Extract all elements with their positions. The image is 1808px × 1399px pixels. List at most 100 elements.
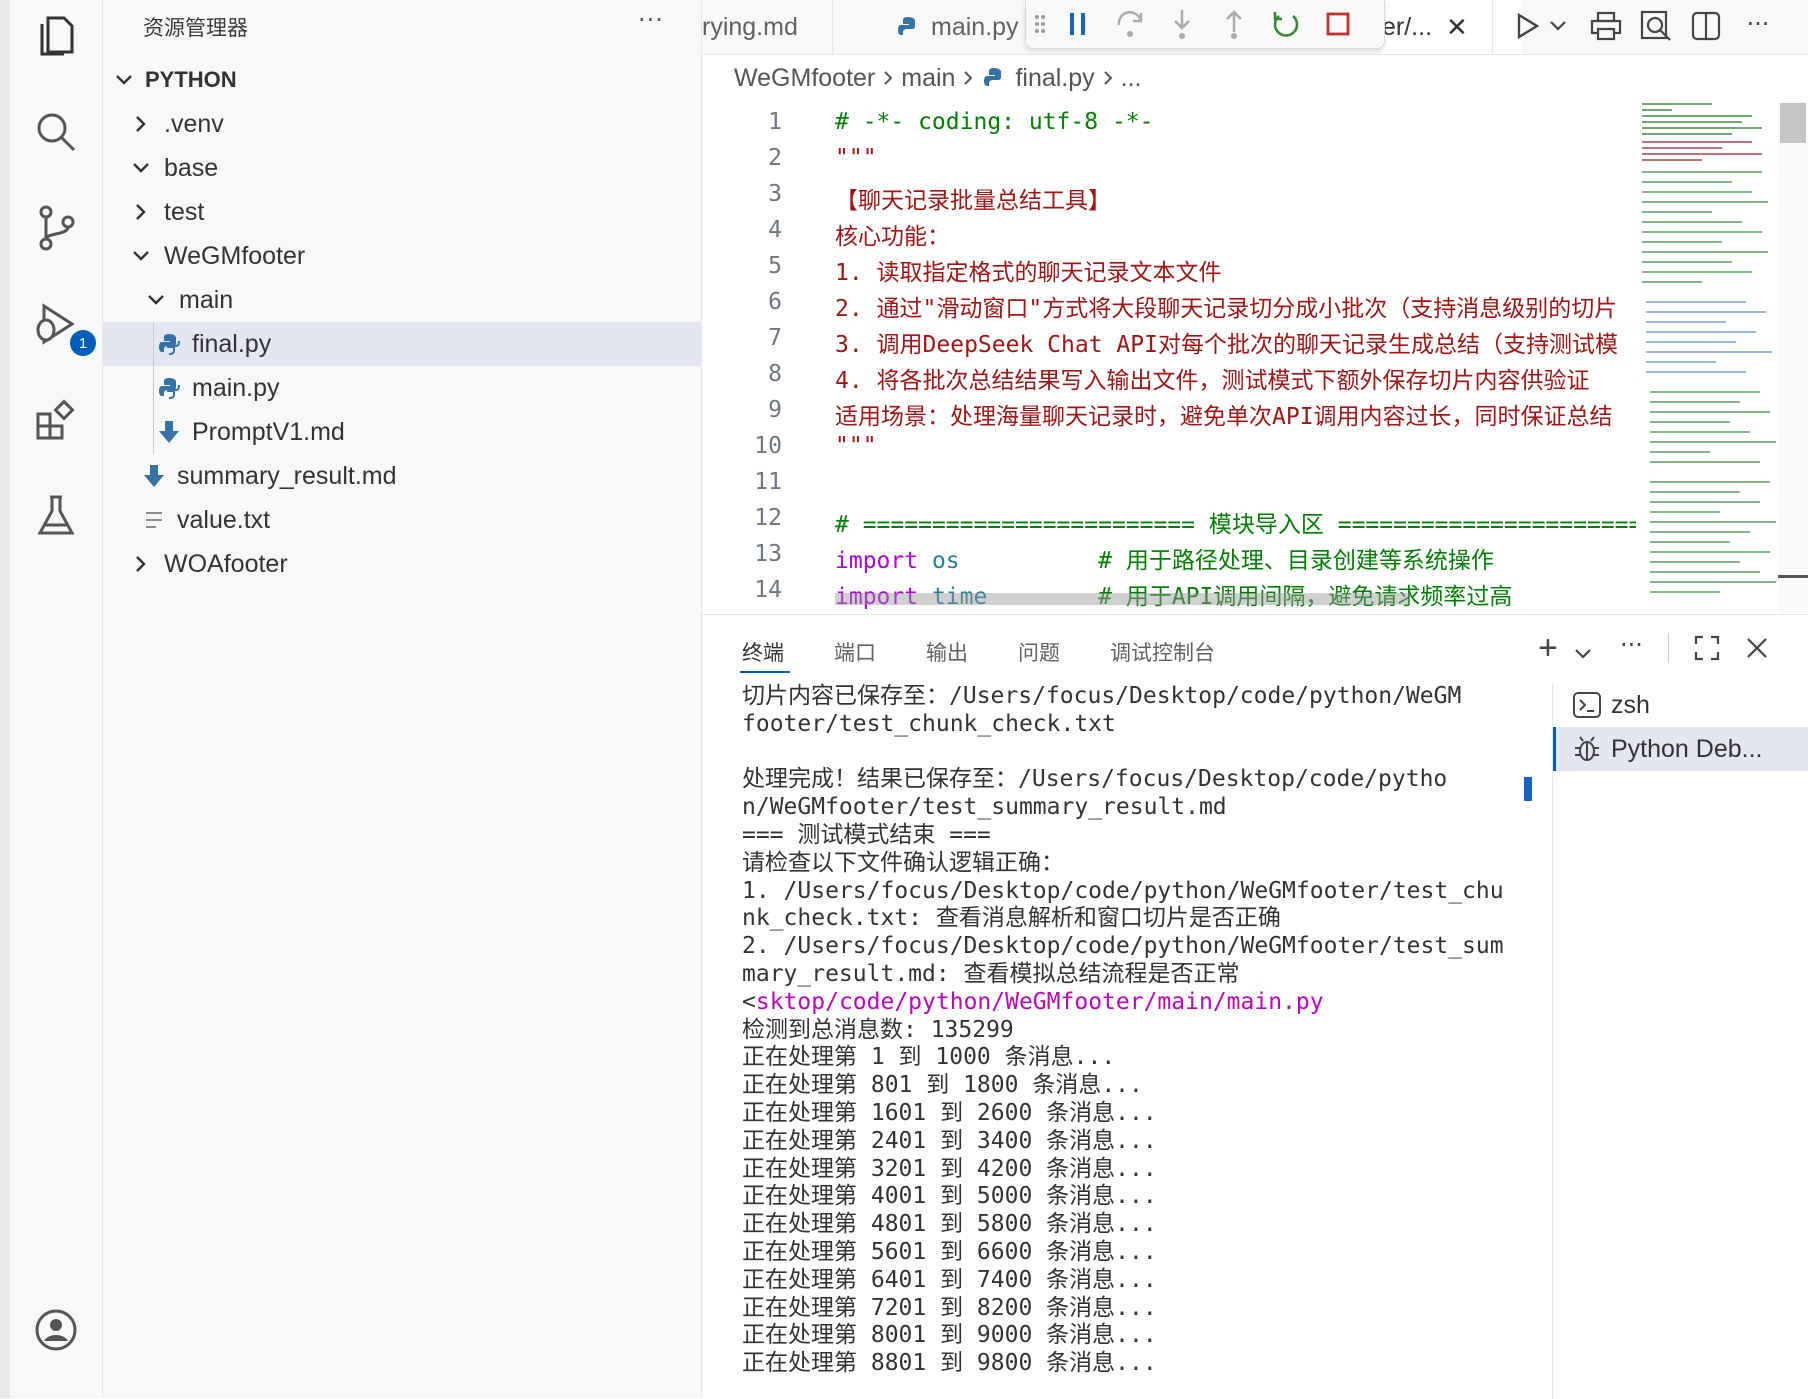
terminal-line: 正在处理第 3201 到 4200 条消息...: [742, 1155, 1157, 1182]
terminal-icon: [1573, 692, 1601, 718]
restart-icon[interactable]: [1268, 6, 1304, 42]
terminal-item-label: zsh: [1611, 690, 1650, 719]
search-icon[interactable]: [24, 100, 88, 164]
chevron-right-icon: [883, 64, 893, 93]
terminal-line: nk_check.txt: 查看消息解析和窗口切片是否正确: [742, 905, 1281, 932]
step-over-icon[interactable]: [1112, 6, 1148, 42]
terminal-list: zsh Python Deb...: [1552, 683, 1808, 1399]
tab-output[interactable]: 输出: [926, 637, 968, 667]
breadcrumb: WeGMfooter main final.py ...: [702, 55, 1808, 101]
text-file-icon: [141, 507, 167, 533]
tree-item-wegmfooter[interactable]: WeGMfooter: [103, 234, 726, 278]
tab-active-file[interactable]: er/... ✕: [1382, 0, 1522, 54]
breadcrumb-item[interactable]: main: [901, 64, 955, 93]
code-line: 适用场景：处理海量聊天记录时，避免单次API调用内容过长，同时保证总结: [835, 404, 1613, 430]
debug-badge: 1: [70, 330, 96, 356]
step-out-icon[interactable]: [1216, 6, 1252, 42]
scrollbar-thumb[interactable]: [1780, 103, 1806, 143]
tab-debug-console[interactable]: 调试控制台: [1110, 637, 1215, 667]
minimap[interactable]: [1636, 101, 1778, 613]
tab-problems[interactable]: 问题: [1018, 637, 1060, 667]
python-file-icon: [895, 14, 921, 40]
terminal-line: 切片内容已保存至：/Users/focus/Desktop/code/pytho…: [742, 683, 1462, 709]
tab-label: main.py: [931, 12, 1019, 41]
tree-item-test[interactable]: test: [103, 190, 726, 234]
stop-icon[interactable]: [1320, 6, 1356, 42]
tree-item-final-py[interactable]: final.py: [103, 322, 754, 366]
new-terminal-button[interactable]: +: [1538, 629, 1558, 668]
extensions-icon[interactable]: [24, 388, 88, 452]
print-icon[interactable]: [1588, 8, 1624, 44]
account-icon[interactable]: [24, 1298, 88, 1362]
code-line: 3. 调用DeepSeek Chat API对每个批次的聊天记录生成总结（支持测…: [835, 332, 1618, 358]
tree-item-label: main.py: [192, 373, 280, 402]
terminal-item-zsh[interactable]: zsh: [1553, 683, 1808, 727]
split-editor-icon[interactable]: [1688, 8, 1724, 44]
step-into-icon[interactable]: [1164, 6, 1200, 42]
tree-item-label: WeGMfooter: [164, 241, 306, 270]
maximize-panel-icon[interactable]: [1694, 635, 1720, 665]
breadcrumb-item[interactable]: final.py: [1015, 64, 1094, 93]
code-line: import os # 用于路径处理、目录创建等系统操作: [835, 541, 1494, 575]
explorer-sidebar: 资源管理器 ··· PYTHON .venv base test WeGMfoo…: [103, 0, 754, 1398]
explorer-icon[interactable]: [24, 4, 88, 68]
chevron-down-icon[interactable]: [1540, 8, 1576, 44]
tree-item-main-folder[interactable]: main: [103, 278, 741, 322]
line-number: 5: [768, 253, 782, 279]
explorer-more-button[interactable]: ···: [638, 6, 664, 34]
breadcrumb-item[interactable]: ...: [1121, 64, 1142, 93]
chevron-down-icon[interactable]: [1574, 645, 1592, 664]
terminal-prompt: <: [742, 988, 756, 1015]
breadcrumb-item[interactable]: WeGMfooter: [734, 64, 875, 93]
tab-terminal[interactable]: 终端: [742, 637, 784, 667]
line-number: 4: [768, 217, 782, 243]
terminal-line: 正在处理第 4801 到 5800 条消息...: [742, 1211, 1157, 1238]
terminal-line: 处理完成！结果已保存至：/Users/focus/Desktop/code/py…: [742, 766, 1448, 793]
chevron-down-icon: [128, 243, 154, 269]
tree-item-label: summary_result.md: [177, 461, 397, 490]
tab-ports[interactable]: 端口: [834, 637, 876, 667]
terminal-line: === 测试模式结束 ===: [742, 821, 991, 848]
source-control-icon[interactable]: [24, 196, 88, 260]
vertical-scrollbar[interactable]: [1778, 101, 1808, 613]
chevron-down-icon: [128, 155, 154, 181]
tree-item-venv[interactable]: .venv: [103, 102, 726, 146]
pause-icon[interactable]: [1060, 6, 1096, 42]
tree-item-label: test: [164, 197, 205, 226]
drag-handle-icon[interactable]: [1030, 6, 1050, 42]
tree-item-summary-result-md[interactable]: summary_result.md: [103, 454, 739, 498]
horizontal-scrollbar[interactable]: [835, 593, 1410, 605]
testing-icon[interactable]: [24, 484, 88, 548]
close-panel-icon[interactable]: [1746, 637, 1768, 663]
python-file-icon: [981, 65, 1007, 91]
tab-divider: [832, 0, 833, 54]
panel-more-button[interactable]: ···: [1620, 631, 1643, 659]
tree-item-label: WOAfooter: [164, 549, 288, 578]
tree-item-base[interactable]: base: [103, 146, 726, 190]
workspace-root[interactable]: PYTHON: [103, 58, 709, 102]
more-actions-icon[interactable]: ···: [1740, 6, 1776, 42]
terminal-line: 正在处理第 6401 到 7400 条消息...: [742, 1266, 1157, 1293]
terminal-file-link[interactable]: sktop/code/python/WeGMfooter/main/main.p…: [756, 989, 1324, 1015]
terminal-item-python-debug[interactable]: Python Deb...: [1553, 727, 1808, 771]
tab-main-py[interactable]: main.py: [895, 0, 1025, 54]
tree-item-value-txt[interactable]: value.txt: [103, 498, 739, 542]
tree-item-promptv1-md[interactable]: PromptV1.md: [103, 410, 754, 454]
run-debug-icon[interactable]: 1: [24, 292, 96, 356]
terminal-output[interactable]: 切片内容已保存至：/Users/focus/Desktop/code/pytho…: [742, 683, 1522, 1378]
panel-toolbar-divider: [1668, 633, 1669, 663]
tab-label: rying.md: [702, 12, 798, 41]
open-preview-icon[interactable]: [1638, 8, 1674, 44]
close-icon[interactable]: ✕: [1446, 12, 1468, 43]
tree-item-main-py[interactable]: main.py: [103, 366, 754, 410]
line-number: 10: [754, 433, 782, 459]
line-number: 6: [768, 289, 782, 315]
line-number: 2: [768, 145, 782, 171]
terminal-line: 正在处理第 801 到 1800 条消息...: [742, 1072, 1143, 1099]
line-number: 14: [754, 577, 782, 603]
active-tab-indicator: [740, 671, 790, 673]
tab-rying-md[interactable]: rying.md: [702, 0, 832, 54]
terminal-line: 正在处理第 2401 到 3400 条消息...: [742, 1127, 1157, 1154]
tree-item-woafooter[interactable]: WOAfooter: [103, 542, 726, 586]
